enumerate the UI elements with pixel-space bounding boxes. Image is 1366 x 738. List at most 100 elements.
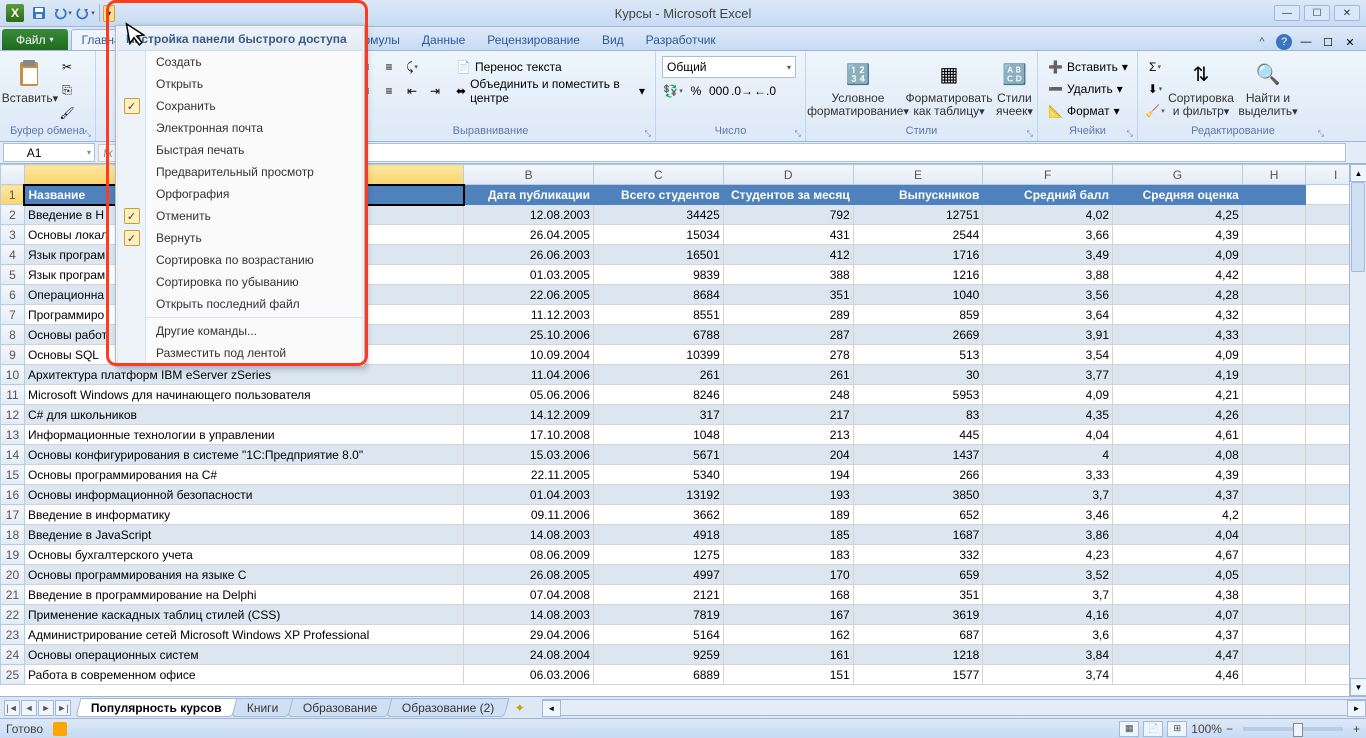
ribbon-tab-7[interactable]: Разработчик: [636, 29, 726, 50]
cell[interactable]: 4,05: [1113, 565, 1243, 585]
cell[interactable]: 4,46: [1113, 665, 1243, 685]
cell[interactable]: 332: [853, 545, 983, 565]
cell[interactable]: 8551: [593, 305, 723, 325]
currency-icon[interactable]: 💱: [662, 80, 684, 102]
row-header-25[interactable]: 25: [1, 665, 25, 685]
save-icon[interactable]: [28, 2, 50, 24]
cell[interactable]: 652: [853, 505, 983, 525]
fill-icon[interactable]: ⬇: [1144, 78, 1166, 100]
cell[interactable]: 3619: [853, 605, 983, 625]
cell[interactable]: 4,08: [1113, 445, 1243, 465]
header-cell[interactable]: Студентов за месяц: [723, 185, 853, 205]
cell[interactable]: 261: [593, 365, 723, 385]
autosum-icon[interactable]: Σ: [1144, 56, 1166, 78]
cell[interactable]: 4918: [593, 525, 723, 545]
cell[interactable]: 16501: [593, 245, 723, 265]
cell[interactable]: 248: [723, 385, 853, 405]
cell[interactable]: 07.04.2008: [464, 585, 594, 605]
col-header-E[interactable]: E: [853, 165, 983, 185]
cell[interactable]: 170: [723, 565, 853, 585]
cell[interactable]: 2121: [593, 585, 723, 605]
cell[interactable]: 278: [723, 345, 853, 365]
cell[interactable]: 351: [723, 285, 853, 305]
help-icon[interactable]: ?: [1276, 34, 1292, 50]
row-header-4[interactable]: 4: [1, 245, 25, 265]
cell[interactable]: Введение в информатику: [24, 505, 463, 525]
minimize-button[interactable]: —: [1274, 5, 1300, 21]
row-header-23[interactable]: 23: [1, 625, 25, 645]
menu-item-4[interactable]: Быстрая печать: [146, 139, 362, 161]
cell[interactable]: 1216: [853, 265, 983, 285]
cell[interactable]: 26.04.2005: [464, 225, 594, 245]
header-cell[interactable]: Средняя оценка: [1113, 185, 1243, 205]
row-header-14[interactable]: 14: [1, 445, 25, 465]
cell[interactable]: 10399: [593, 345, 723, 365]
qat-customize-dropdown[interactable]: ▾: [103, 5, 115, 22]
cell[interactable]: 11.12.2003: [464, 305, 594, 325]
cell[interactable]: 08.06.2009: [464, 545, 594, 565]
cell[interactable]: 4,32: [1113, 305, 1243, 325]
cell[interactable]: Основы бухгалтерского учета: [24, 545, 463, 565]
undo-icon[interactable]: ▾: [51, 2, 73, 24]
ribbon-tab-6[interactable]: Вид: [592, 29, 634, 50]
cell[interactable]: Применение каскадных таблиц стилей (CSS): [24, 605, 463, 625]
row-header-12[interactable]: 12: [1, 405, 25, 425]
cell[interactable]: 01.03.2005: [464, 265, 594, 285]
cell[interactable]: 185: [723, 525, 853, 545]
cell[interactable]: 4,47: [1113, 645, 1243, 665]
menu-item-11[interactable]: Открыть последний файл: [146, 293, 362, 315]
cell[interactable]: Введение в программирование на Delphi: [24, 585, 463, 605]
cell[interactable]: 204: [723, 445, 853, 465]
cell[interactable]: 1716: [853, 245, 983, 265]
format-cells-button[interactable]: 📐 Формат ▾: [1044, 100, 1124, 122]
cell[interactable]: 4,39: [1113, 225, 1243, 245]
row-header-19[interactable]: 19: [1, 545, 25, 565]
cell[interactable]: 3,88: [983, 265, 1113, 285]
row-header-18[interactable]: 18: [1, 525, 25, 545]
cell[interactable]: 11.04.2006: [464, 365, 594, 385]
cell[interactable]: 4,07: [1113, 605, 1243, 625]
cell[interactable]: 7819: [593, 605, 723, 625]
cell[interactable]: 213: [723, 425, 853, 445]
close-button[interactable]: ✕: [1334, 5, 1360, 21]
clear-icon[interactable]: 🧹: [1144, 100, 1166, 122]
cell[interactable]: 351: [853, 585, 983, 605]
cell[interactable]: Основы конфигурирования в системе "1С:Пр…: [24, 445, 463, 465]
redo-icon[interactable]: ▾: [74, 2, 96, 24]
cell[interactable]: 287: [723, 325, 853, 345]
sheet-tab-2[interactable]: Образование: [287, 698, 392, 717]
menu-item-9[interactable]: Сортировка по возрастанию: [146, 249, 362, 271]
cell[interactable]: 6889: [593, 665, 723, 685]
cell[interactable]: 4,37: [1113, 625, 1243, 645]
cell[interactable]: 4,28: [1113, 285, 1243, 305]
normal-view-icon[interactable]: ▦: [1119, 721, 1139, 737]
row-header-22[interactable]: 22: [1, 605, 25, 625]
cell[interactable]: 3850: [853, 485, 983, 505]
cell[interactable]: 4,02: [983, 205, 1113, 225]
name-box[interactable]: A1: [3, 143, 95, 162]
cell[interactable]: 4: [983, 445, 1113, 465]
cell[interactable]: 3,7: [983, 585, 1113, 605]
minimize-ribbon-icon[interactable]: ^: [1254, 34, 1270, 50]
cell[interactable]: 1040: [853, 285, 983, 305]
cell[interactable]: 26.08.2005: [464, 565, 594, 585]
menu-item-5[interactable]: Предварительный просмотр: [146, 161, 362, 183]
cell[interactable]: 412: [723, 245, 853, 265]
paste-button[interactable]: Вставить▾: [6, 56, 54, 107]
cell[interactable]: Основы программирования на C#: [24, 465, 463, 485]
cell[interactable]: 3,33: [983, 465, 1113, 485]
sort-filter-button[interactable]: ⇅Сортировка и фильтр▾: [1168, 56, 1234, 120]
cell[interactable]: 26.06.2003: [464, 245, 594, 265]
sheet-nav-first-icon[interactable]: |◄: [4, 700, 20, 716]
cell[interactable]: 3,52: [983, 565, 1113, 585]
find-select-button[interactable]: 🔍Найти и выделить▾: [1236, 56, 1300, 120]
menu-item-2[interactable]: Сохранить: [146, 95, 362, 117]
row-header-17[interactable]: 17: [1, 505, 25, 525]
header-cell[interactable]: Выпускников: [853, 185, 983, 205]
cell[interactable]: 3662: [593, 505, 723, 525]
menu-footer-0[interactable]: Другие команды...: [146, 320, 362, 342]
menu-item-10[interactable]: Сортировка по убыванию: [146, 271, 362, 293]
decrease-indent-icon[interactable]: ⇤: [401, 80, 423, 102]
mdi-close-icon[interactable]: ✕: [1342, 34, 1358, 50]
mdi-minimize-icon[interactable]: —: [1298, 34, 1314, 50]
